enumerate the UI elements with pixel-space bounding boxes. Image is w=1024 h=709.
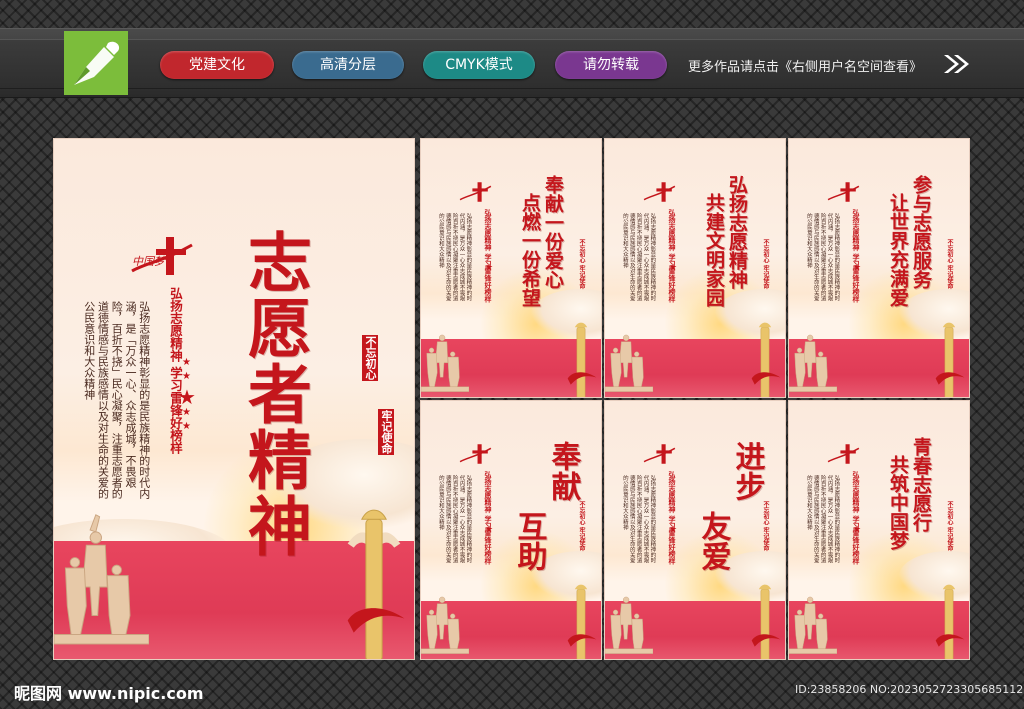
star-icon: ★: [853, 525, 862, 535]
small-poster-title-line: 互助: [511, 511, 547, 571]
small-poster-title-line: 青春志愿行: [909, 437, 932, 532]
china-dream-logo-icon: [459, 182, 492, 202]
small-seal: 不忘初心 牢记使命: [946, 501, 953, 552]
small-poster-title-line: 共建文明家园: [702, 193, 725, 307]
small-poster-subtitle: 弘扬志愿精神 学习雷锋好榜样: [484, 471, 493, 565]
china-dream-logo-icon: [459, 444, 492, 464]
small-poster-title-line: 点燃一份希望: [518, 193, 541, 307]
small-poster-title-line: 共筑中国梦: [886, 455, 909, 550]
seal-right-text: 牢记使命: [378, 409, 394, 455]
image-id-text: ID:23858206 NO:20230527233056851120: [795, 683, 1024, 696]
seal-left: 不忘初心: [362, 335, 378, 384]
small-poster-body: 弘扬志愿精神彰显的是民族精神的时代内涵，是万众一心众志成城不畏艰险百折不挠民心凝…: [805, 213, 840, 301]
statue-figures-icon: [605, 596, 653, 654]
tag-party-culture[interactable]: 党建文化: [160, 51, 274, 79]
small-poster: 弘扬志愿精神 学习雷锋好榜样 弘扬志愿精神彰显的是民族精神的时代内涵，是万众一心众…: [420, 400, 602, 660]
main-body-text: 弘扬志愿精神彰显的是民族精神的时代内涵，是「万众一心、众志成城，不畏艰险，百折不…: [82, 301, 151, 499]
small-poster-subtitle: 弘扬志愿精神 学习雷锋好榜样: [668, 471, 677, 565]
small-poster-title-line: 参与志愿服务: [909, 175, 932, 289]
china-dream-logo-icon: [827, 182, 860, 202]
small-poster-subtitle: 弘扬志愿精神 学习雷锋好榜样: [852, 471, 861, 565]
star-icon: ★: [182, 407, 191, 418]
star-icon: ★: [182, 421, 191, 432]
statue-figures-icon: [789, 596, 837, 654]
small-poster-body: 弘扬志愿精神彰显的是民族精神的时代内涵，是万众一心众志成城不畏艰险百折不挠民心凝…: [437, 213, 472, 301]
star-icon: ★: [853, 263, 862, 273]
ornamental-pillar-icon: [347, 509, 405, 659]
small-poster: 弘扬志愿精神 学习雷锋好榜样 弘扬志愿精神彰显的是民族精神的时代内涵，是万众一心众…: [420, 138, 602, 398]
statue-figures-icon: [421, 596, 469, 654]
star-icon: ★: [485, 263, 494, 273]
small-poster-title-line: 友爱: [695, 511, 731, 571]
tag-no-repost[interactable]: 请勿转载: [555, 51, 667, 79]
star-icon: ★: [178, 385, 196, 409]
china-dream-logo-icon: [827, 444, 860, 464]
star-icon: ★: [182, 371, 191, 382]
tag-cmyk[interactable]: CMYK模式: [423, 51, 535, 79]
small-poster-title-line: 弘扬志愿精神: [725, 175, 748, 289]
statue-figures-icon: [54, 514, 149, 645]
small-poster-title-line: 奉献一份爱心: [541, 175, 564, 289]
ornamental-pillar-icon: [751, 322, 781, 397]
small-seal: 不忘初心 牢记使命: [762, 239, 769, 290]
small-poster: 弘扬志愿精神 学习雷锋好榜样 弘扬志愿精神彰显的是民族精神的时代内涵，是万众一心众…: [604, 138, 786, 398]
seal-left-text: 不忘初心: [362, 335, 378, 381]
small-poster-subtitle: 弘扬志愿精神 学习雷锋好榜样: [852, 209, 861, 303]
ornamental-pillar-icon: [567, 322, 597, 397]
star-icon: ★: [485, 525, 494, 535]
china-dream-logo-icon: [643, 444, 676, 464]
main-title: 志愿者精神: [237, 229, 312, 559]
china-dream-logo-icon: [643, 182, 676, 202]
small-seal: 不忘初心 牢记使命: [762, 501, 769, 552]
seal-right: 牢记使命: [378, 409, 394, 458]
more-works-link[interactable]: 更多作品请点击《右侧用户名空间查看》: [688, 56, 922, 75]
double-arrow-icon[interactable]: [942, 53, 972, 75]
small-poster-body: 弘扬志愿精神彰显的是民族精神的时代内涵，是万众一心众志成城不畏艰险百折不挠民心凝…: [805, 475, 840, 563]
statue-figures-icon: [421, 334, 469, 392]
brand-text: 中国梦: [132, 255, 165, 268]
small-seal: 不忘初心 牢记使命: [578, 501, 585, 552]
small-poster-subtitle: 弘扬志愿精神 学习雷锋好榜样: [484, 209, 493, 303]
star-icon: ★: [182, 357, 191, 368]
china-dream-logo: 中国梦: [126, 231, 200, 281]
ornamental-pillar-icon: [935, 322, 965, 397]
small-seal: 不忘初心 牢记使命: [578, 239, 585, 290]
small-poster-subtitle: 弘扬志愿精神 学习雷锋好榜样: [668, 209, 677, 303]
ornamental-pillar-icon: [935, 584, 965, 659]
small-poster: 弘扬志愿精神 学习雷锋好榜样 弘扬志愿精神彰显的是民族精神的时代内涵，是万众一心众…: [788, 400, 970, 660]
nipic-watermark: 昵图网 www.nipic.com: [14, 684, 204, 703]
small-poster-title-line: 奉献: [545, 441, 581, 501]
small-poster: 弘扬志愿精神 学习雷锋好榜样 弘扬志愿精神彰显的是民族精神的时代内涵，是万众一心众…: [788, 138, 970, 398]
tag-hd-layered[interactable]: 高清分层: [292, 51, 404, 79]
ornamental-pillar-icon: [751, 584, 781, 659]
small-seal: 不忘初心 牢记使命: [946, 239, 953, 290]
small-poster-title-line: 让世界充满爱: [886, 193, 909, 307]
small-poster-body: 弘扬志愿精神彰显的是民族精神的时代内涵，是万众一心众志成城不畏艰险百折不挠民心凝…: [621, 475, 656, 563]
small-poster-title-line: 进步: [729, 441, 765, 501]
star-icon: ★: [669, 525, 678, 535]
small-poster-body: 弘扬志愿精神彰显的是民族精神的时代内涵，是万众一心众志成城不畏艰险百折不挠民心凝…: [621, 213, 656, 301]
main-poster: 中国梦 志愿者精神 弘扬志愿精神 学习雷锋好榜样 弘扬志愿精神彰显的是民族精神的…: [53, 138, 415, 660]
star-icon: ★: [669, 263, 678, 273]
small-poster: 弘扬志愿精神 学习雷锋好榜样 弘扬志愿精神彰显的是民族精神的时代内涵，是万众一心众…: [604, 400, 786, 660]
ornamental-pillar-icon: [567, 584, 597, 659]
statue-figures-icon: [789, 334, 837, 392]
small-poster-body: 弘扬志愿精神彰显的是民族精神的时代内涵，是万众一心众志成城不畏艰险百折不挠民心凝…: [437, 475, 472, 563]
pen-logo-icon: [64, 31, 128, 95]
statue-figures-icon: [605, 334, 653, 392]
